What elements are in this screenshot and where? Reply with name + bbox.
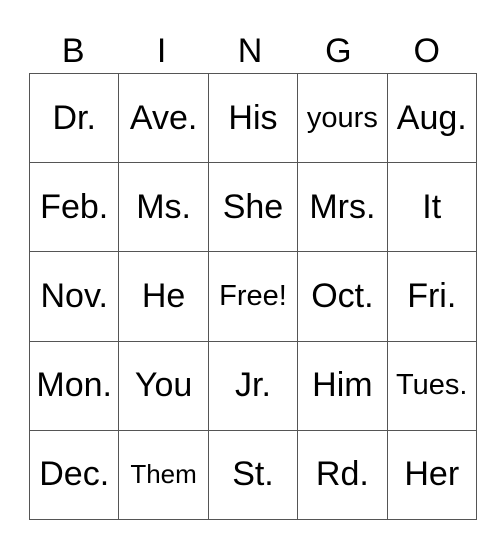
bingo-cell[interactable]: It bbox=[386, 162, 477, 253]
header-letter: O bbox=[413, 32, 440, 70]
header-letter: N bbox=[237, 32, 263, 70]
bingo-cell[interactable]: Rd. bbox=[297, 429, 388, 520]
grid-row: Dr. Ave. His yours Aug. bbox=[28, 72, 477, 164]
grid-row: Mon. You Jr. Him Tues. bbox=[28, 340, 477, 431]
bingo-cell[interactable]: yours bbox=[297, 72, 388, 164]
grid-row: Dec. Them St. Rd. Her bbox=[28, 429, 477, 520]
bingo-cell[interactable]: You bbox=[118, 340, 209, 431]
header-letter: B bbox=[61, 32, 85, 70]
grid-row: Feb. Ms. She Mrs. It bbox=[28, 162, 477, 253]
bingo-cell[interactable]: Mrs. bbox=[297, 162, 388, 253]
bingo-cell[interactable]: Jr. bbox=[207, 340, 299, 431]
bingo-cell[interactable]: St. bbox=[207, 429, 299, 520]
bingo-cell[interactable]: Tues. bbox=[386, 340, 477, 431]
bingo-cell[interactable]: Feb. bbox=[28, 162, 120, 253]
bingo-cell[interactable]: Oct. bbox=[297, 251, 388, 342]
bingo-grid: Dr. Ave. His yours Aug. Feb. Ms. She Mrs… bbox=[28, 72, 477, 520]
bingo-cell[interactable]: Ave. bbox=[118, 72, 209, 164]
bingo-cell[interactable]: Aug. bbox=[386, 72, 477, 164]
header-letter: G bbox=[325, 32, 352, 70]
bingo-cell[interactable]: Ms. bbox=[118, 162, 209, 253]
bingo-cell[interactable]: Dr. bbox=[28, 72, 120, 164]
bingo-cell[interactable]: Them bbox=[118, 429, 209, 520]
bingo-cell[interactable]: His bbox=[207, 72, 299, 164]
bingo-header: B I N G O bbox=[29, 30, 471, 72]
grid-row: Nov. He Free! Oct. Fri. bbox=[28, 251, 477, 342]
bingo-cell[interactable]: Him bbox=[297, 340, 388, 431]
bingo-cell[interactable]: Fri. bbox=[386, 251, 477, 342]
bingo-cell[interactable]: Mon. bbox=[28, 340, 120, 431]
bingo-cell[interactable]: He bbox=[118, 251, 209, 342]
header-letter: I bbox=[156, 32, 167, 70]
bingo-cell[interactable]: Her bbox=[386, 429, 477, 520]
free-space-cell[interactable]: Free! bbox=[207, 251, 299, 342]
bingo-cell[interactable]: Nov. bbox=[28, 251, 120, 342]
bingo-cell[interactable]: Dec. bbox=[28, 429, 120, 520]
bingo-cell[interactable]: She bbox=[207, 162, 299, 253]
